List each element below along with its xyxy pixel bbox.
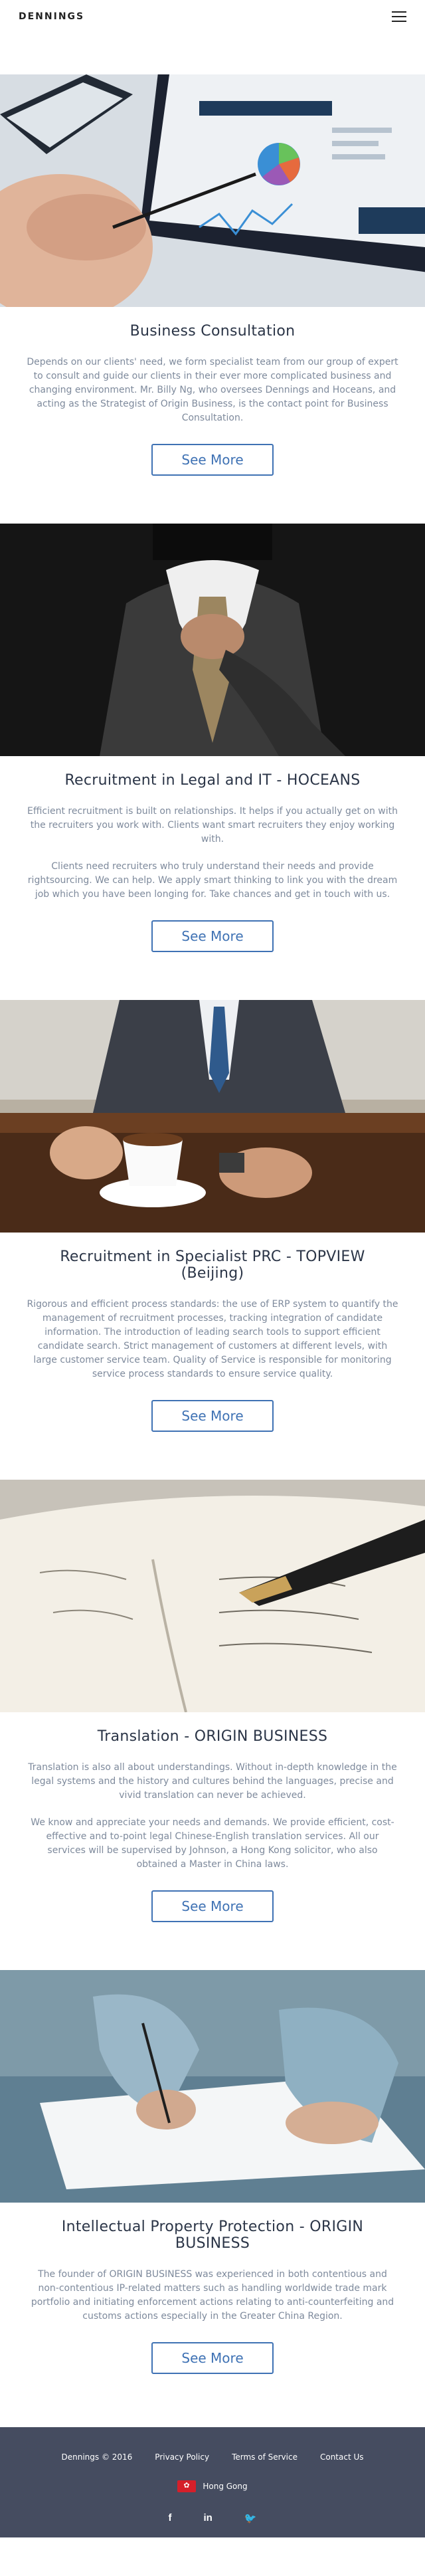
section-recruitment-legal-it: Recruitment in Legal and IT - HOCEANS Ef… [0,524,425,952]
see-more-button[interactable]: See More [151,920,274,952]
see-more-button[interactable]: See More [151,444,274,476]
top-navbar: DENNINGS [0,0,425,33]
section-recruitment-prc: Recruitment in Specialist PRC - TOPVIEW … [0,1000,425,1432]
section-paragraph: Depends on our clients' need, we form sp… [27,357,398,423]
hero-image-signing-document [0,1970,425,2203]
see-more-button[interactable]: See More [151,1400,274,1432]
hamburger-menu-icon[interactable] [392,11,406,22]
section-paragraph: Clients need recruiters who truly unders… [27,861,398,900]
section-title: Intellectual Property Protection - ORIGI… [61,2219,364,2252]
section-title: Recruitment in Specialist PRC - TOPVIEW … [60,1248,365,1282]
hero-image-businessman-tie [0,524,425,756]
section-business-consultation: Business Consultation Depends on our cli… [0,74,425,476]
twitter-icon[interactable]: 🐦 [244,2512,257,2524]
hero-image-tablet-analytics [0,74,425,307]
social-links: f in 🐦 [0,2512,425,2524]
hero-image-businessman-coffee [0,1000,425,1233]
brand-logo[interactable]: DENNINGS [19,11,84,22]
section-title: Recruitment in Legal and IT - HOCEANS [64,772,361,789]
facebook-icon[interactable]: f [168,2512,171,2524]
terms-of-service-link[interactable]: Terms of Service [232,2452,298,2462]
section-paragraph: The founder of ORIGIN BUSINESS was exper… [31,2269,394,2322]
region-label: Hong Gong [203,2482,248,2491]
see-more-button[interactable]: See More [151,1890,274,1922]
hero-image-fountain-pen [0,1480,425,1712]
footer-links: Dennings © 2016 Privacy Policy Terms of … [0,2452,425,2462]
contact-us-link[interactable]: Contact Us [320,2452,364,2462]
section-paragraph: We know and appreciate your needs and de… [31,1817,394,1870]
linkedin-icon[interactable]: in [203,2512,212,2524]
hong-kong-flag-icon [177,2480,197,2492]
section-title: Translation - ORIGIN BUSINESS [97,1728,328,1745]
privacy-policy-link[interactable]: Privacy Policy [155,2452,209,2462]
section-ip-protection: Intellectual Property Protection - ORIGI… [0,1970,425,2374]
copyright-text: Dennings © 2016 [61,2452,133,2462]
region-selector[interactable]: Hong Gong [0,2480,425,2492]
section-paragraph: Efficient recruitment is built on relati… [27,806,398,844]
section-translation: Translation - ORIGIN BUSINESS Translatio… [0,1480,425,1922]
footer: Dennings © 2016 Privacy Policy Terms of … [0,2427,425,2537]
see-more-button[interactable]: See More [151,2342,274,2374]
section-paragraph: Rigorous and efficient process standards… [27,1299,398,1379]
section-paragraph: Translation is also all about understand… [28,1762,397,1801]
section-title: Business Consultation [129,323,296,340]
